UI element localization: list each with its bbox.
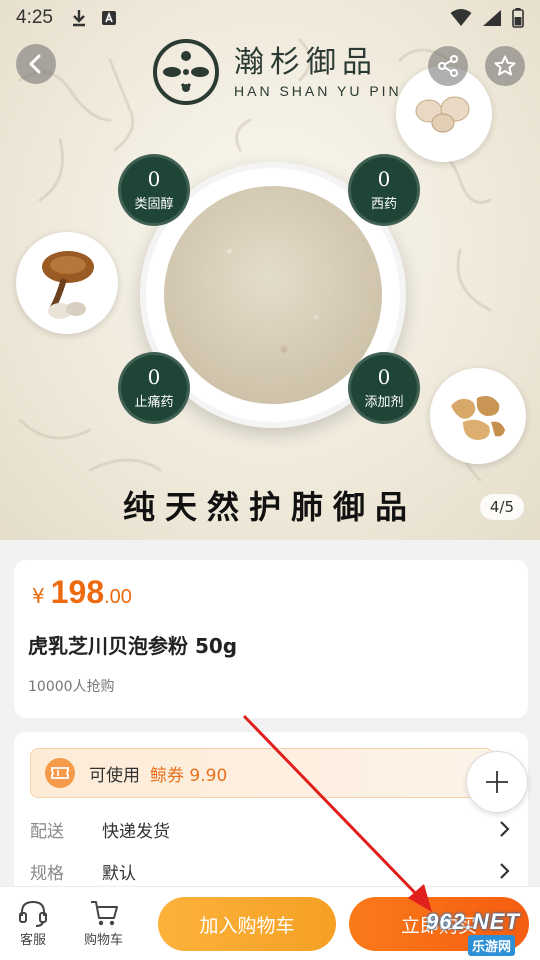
- brand-header: 瀚杉御品 HAN SHAN YU PIN: [152, 38, 402, 106]
- badge-steroid: 0 类固醇: [118, 154, 190, 226]
- battery-icon: [512, 8, 524, 28]
- product-image-carousel[interactable]: 瀚杉御品 HAN SHAN YU PIN 0 类固醇 0 西药 0 止痛药 0 …: [0, 0, 540, 540]
- carousel-pager: 4/5: [479, 494, 524, 520]
- wifi-icon: [450, 9, 472, 26]
- add-to-cart-button[interactable]: 加入购物车: [158, 897, 336, 951]
- ticket-icon: [45, 758, 75, 788]
- watermark-text-bottom: 乐游网: [468, 935, 516, 956]
- delivery-value: 快递发货: [102, 821, 170, 842]
- watermark-logo: 962.NET 乐游网: [400, 909, 538, 957]
- spec-key: 规格: [30, 863, 64, 884]
- brand-logo-icon: [153, 39, 219, 105]
- cart-nav-label: 购物车: [84, 933, 124, 948]
- lingzhi-icon: [42, 251, 94, 319]
- headset-icon: [19, 900, 47, 927]
- share-button[interactable]: [428, 46, 468, 86]
- star-icon: [494, 55, 516, 76]
- herb-root-image: [430, 368, 526, 464]
- delivery-row[interactable]: 配送 快递发货: [30, 814, 510, 844]
- chevron-right-icon: [500, 821, 510, 837]
- status-time: 4:25: [16, 7, 53, 28]
- coupon-value: 鲸券 9.90: [150, 765, 228, 786]
- detail-card: 可使用 鲸券 9.90 配送 快递发货 规格 默认: [14, 732, 528, 902]
- badge-western-medicine: 0 西药: [348, 154, 420, 226]
- coupon-label: 可使用: [89, 765, 140, 786]
- price: ¥ 198 .00: [32, 574, 132, 611]
- cart-nav-button[interactable]: 购物车: [84, 899, 123, 948]
- brand-name: 瀚杉御品: [234, 45, 378, 80]
- slogan: 纯天然护肺御品: [122, 488, 417, 526]
- signal-icon: [483, 10, 501, 26]
- powder-image: [164, 186, 382, 404]
- fritillaria-icon: [415, 96, 470, 133]
- coupon-bar[interactable]: 可使用 鲸券 9.90: [30, 748, 494, 798]
- brand-name-english: HAN SHAN YU PIN: [234, 83, 402, 99]
- price-decimal: .00: [104, 586, 132, 608]
- share-icon: [438, 55, 458, 77]
- chevron-right-icon: [500, 863, 510, 879]
- currency-symbol: ¥: [32, 584, 45, 608]
- download-icon: [71, 9, 87, 27]
- price-card: ¥ 198 .00 虎乳芝川贝泡参粉 50g 10000人抢购: [14, 560, 528, 718]
- plus-icon: [486, 771, 508, 793]
- watermark-text-top: 962.NET: [426, 909, 520, 934]
- favorite-button[interactable]: [485, 46, 525, 86]
- floating-plus-button[interactable]: [466, 751, 528, 813]
- status-bar: 4:25: [0, 0, 540, 36]
- spec-value: 默认: [102, 863, 136, 884]
- sold-count: 10000人抢购: [28, 679, 115, 695]
- ginseng-icon: [451, 396, 505, 440]
- back-button[interactable]: [16, 44, 56, 84]
- notification-a-icon: [101, 10, 117, 26]
- badge-additive: 0 添加剂: [348, 352, 420, 424]
- back-icon: [29, 54, 41, 74]
- delivery-key: 配送: [30, 821, 64, 842]
- herb-mushroom-image: [16, 232, 118, 334]
- customer-service-label: 客服: [19, 933, 46, 948]
- price-integer: 198: [50, 574, 105, 610]
- product-title: 虎乳芝川贝泡参粉 50g: [28, 634, 238, 658]
- badge-painkiller: 0 止痛药: [118, 352, 190, 424]
- customer-service-button[interactable]: 客服: [18, 899, 48, 948]
- spec-row[interactable]: 规格 默认: [30, 856, 510, 886]
- cart-icon: [90, 901, 118, 926]
